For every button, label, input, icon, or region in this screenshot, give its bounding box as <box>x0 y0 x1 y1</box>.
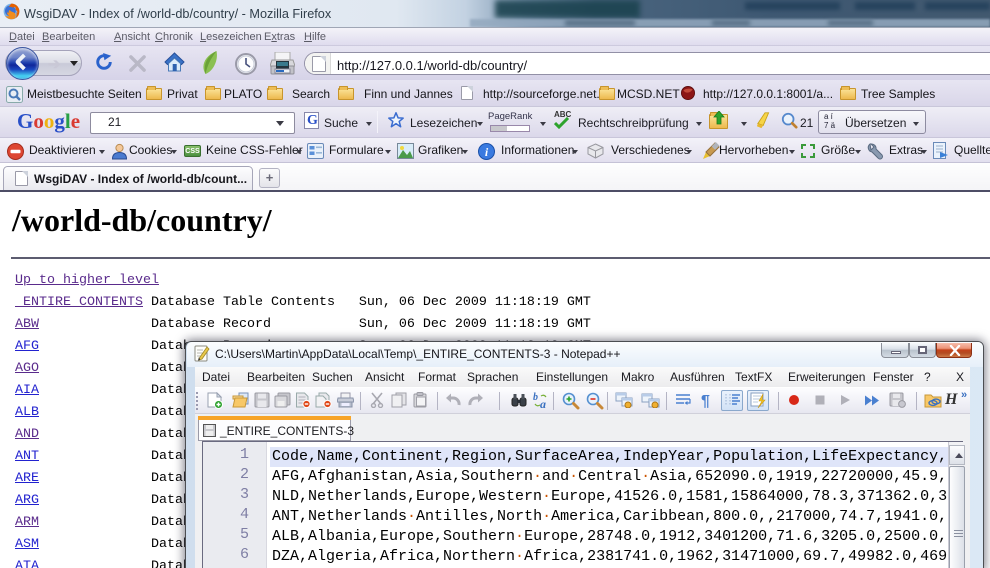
svg-text:¶: ¶ <box>701 393 710 409</box>
svg-text:b: b <box>533 392 538 403</box>
svg-text:a: a <box>540 397 546 409</box>
